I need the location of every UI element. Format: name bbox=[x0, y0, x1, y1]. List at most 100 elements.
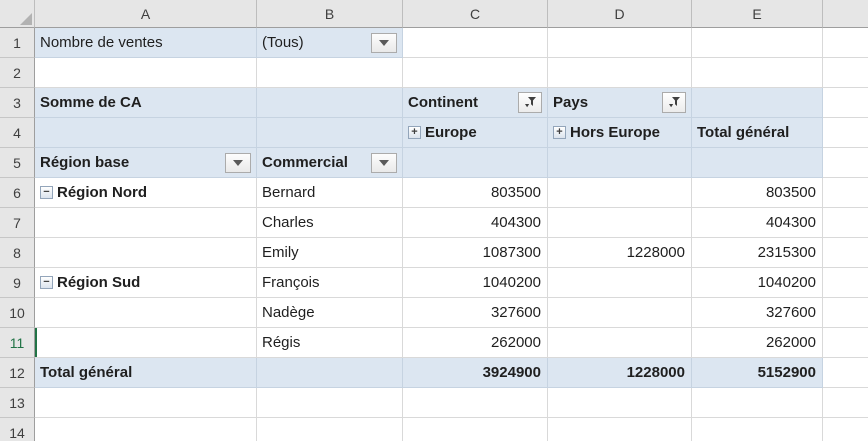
cell-C10[interactable]: 327600 bbox=[403, 298, 548, 328]
select-all-corner[interactable] bbox=[0, 0, 35, 28]
cell-D13[interactable] bbox=[548, 388, 692, 418]
row-header-3[interactable]: 3 bbox=[0, 88, 35, 118]
cell-A1[interactable]: Nombre de ventes bbox=[35, 28, 257, 58]
row-header-1[interactable]: 1 bbox=[0, 28, 35, 58]
cell-C3[interactable]: Continent bbox=[403, 88, 548, 118]
cell-E10[interactable]: 327600 bbox=[692, 298, 823, 328]
cell-D6[interactable] bbox=[548, 178, 692, 208]
cell-B14[interactable] bbox=[257, 418, 403, 441]
expand-europe-button[interactable]: + bbox=[408, 126, 421, 139]
cell-E6[interactable]: 803500 bbox=[692, 178, 823, 208]
cell-A5[interactable]: Région base bbox=[35, 148, 257, 178]
cell-C12[interactable]: 3924900 bbox=[403, 358, 548, 388]
collapse-region-nord-button[interactable]: − bbox=[40, 186, 53, 199]
expand-hors-europe-button[interactable]: + bbox=[553, 126, 566, 139]
collapse-region-sud-button[interactable]: − bbox=[40, 276, 53, 289]
cell-F13[interactable] bbox=[823, 388, 868, 418]
row-header-9[interactable]: 9 bbox=[0, 268, 35, 298]
row-header-7[interactable]: 7 bbox=[0, 208, 35, 238]
cell-B3[interactable] bbox=[257, 88, 403, 118]
cell-F5[interactable] bbox=[823, 148, 868, 178]
cell-D4[interactable]: + Hors Europe bbox=[548, 118, 692, 148]
cell-A14[interactable] bbox=[35, 418, 257, 441]
col-header-A[interactable]: A bbox=[35, 0, 257, 28]
cell-E13[interactable] bbox=[692, 388, 823, 418]
commercial-dropdown-button[interactable] bbox=[371, 152, 397, 173]
col-header-B[interactable]: B bbox=[257, 0, 403, 28]
cell-D2[interactable] bbox=[548, 58, 692, 88]
cell-C8[interactable]: 1087300 bbox=[403, 238, 548, 268]
cell-C1[interactable] bbox=[403, 28, 548, 58]
continent-filter-button[interactable] bbox=[518, 92, 542, 113]
cell-A4[interactable] bbox=[35, 118, 257, 148]
cell-F7[interactable] bbox=[823, 208, 868, 238]
col-header-F-partial[interactable] bbox=[823, 0, 868, 28]
cell-E8[interactable]: 2315300 bbox=[692, 238, 823, 268]
cell-E3[interactable] bbox=[692, 88, 823, 118]
cell-C9[interactable]: 1040200 bbox=[403, 268, 548, 298]
cell-F3[interactable] bbox=[823, 88, 868, 118]
cell-B1[interactable]: (Tous) bbox=[257, 28, 403, 58]
cell-D7[interactable] bbox=[548, 208, 692, 238]
row-header-14[interactable]: 14 bbox=[0, 418, 35, 441]
cell-D14[interactable] bbox=[548, 418, 692, 441]
page-filter-dropdown-button[interactable] bbox=[371, 32, 397, 53]
cell-C14[interactable] bbox=[403, 418, 548, 441]
cell-F8[interactable] bbox=[823, 238, 868, 268]
cell-D12[interactable]: 1228000 bbox=[548, 358, 692, 388]
cell-E5[interactable] bbox=[692, 148, 823, 178]
cell-C11[interactable]: 262000 bbox=[403, 328, 548, 358]
row-header-13[interactable]: 13 bbox=[0, 388, 35, 418]
row-header-5[interactable]: 5 bbox=[0, 148, 35, 178]
cell-A7[interactable] bbox=[35, 208, 257, 238]
cell-F14[interactable] bbox=[823, 418, 868, 441]
cell-C4[interactable]: + Europe bbox=[403, 118, 548, 148]
cell-C13[interactable] bbox=[403, 388, 548, 418]
row-header-11-active[interactable]: 11 bbox=[0, 328, 35, 358]
cell-B8[interactable]: Emily bbox=[257, 238, 403, 268]
cell-B2[interactable] bbox=[257, 58, 403, 88]
cell-D10[interactable] bbox=[548, 298, 692, 328]
cell-B11[interactable]: Régis bbox=[257, 328, 403, 358]
col-header-D[interactable]: D bbox=[548, 0, 692, 28]
cell-E2[interactable] bbox=[692, 58, 823, 88]
cell-E11[interactable]: 262000 bbox=[692, 328, 823, 358]
cell-F4[interactable] bbox=[823, 118, 868, 148]
cell-B9[interactable]: François bbox=[257, 268, 403, 298]
cell-B4[interactable] bbox=[257, 118, 403, 148]
region-base-dropdown-button[interactable] bbox=[225, 152, 251, 173]
col-header-C[interactable]: C bbox=[403, 0, 548, 28]
row-header-8[interactable]: 8 bbox=[0, 238, 35, 268]
cell-B7[interactable]: Charles bbox=[257, 208, 403, 238]
cell-B10[interactable]: Nadège bbox=[257, 298, 403, 328]
cell-A12[interactable]: Total général bbox=[35, 358, 257, 388]
cell-C5[interactable] bbox=[403, 148, 548, 178]
cell-B6[interactable]: Bernard bbox=[257, 178, 403, 208]
cell-B12[interactable] bbox=[257, 358, 403, 388]
cell-D9[interactable] bbox=[548, 268, 692, 298]
cell-A2[interactable] bbox=[35, 58, 257, 88]
pays-filter-button[interactable] bbox=[662, 92, 686, 113]
cell-A11-active[interactable] bbox=[35, 328, 257, 358]
cell-A8[interactable] bbox=[35, 238, 257, 268]
cell-E1[interactable] bbox=[692, 28, 823, 58]
cell-F9[interactable] bbox=[823, 268, 868, 298]
cell-E14[interactable] bbox=[692, 418, 823, 441]
cell-A9[interactable]: − Région Sud bbox=[35, 268, 257, 298]
row-header-6[interactable]: 6 bbox=[0, 178, 35, 208]
cell-E9[interactable]: 1040200 bbox=[692, 268, 823, 298]
row-header-10[interactable]: 10 bbox=[0, 298, 35, 328]
cell-B5[interactable]: Commercial bbox=[257, 148, 403, 178]
cell-A10[interactable] bbox=[35, 298, 257, 328]
cell-C7[interactable]: 404300 bbox=[403, 208, 548, 238]
cell-A13[interactable] bbox=[35, 388, 257, 418]
cell-B13[interactable] bbox=[257, 388, 403, 418]
cell-F1[interactable] bbox=[823, 28, 868, 58]
cell-C6[interactable]: 803500 bbox=[403, 178, 548, 208]
row-header-4[interactable]: 4 bbox=[0, 118, 35, 148]
cell-F11[interactable] bbox=[823, 328, 868, 358]
cell-A6[interactable]: − Région Nord bbox=[35, 178, 257, 208]
row-header-2[interactable]: 2 bbox=[0, 58, 35, 88]
cell-E4[interactable]: Total général bbox=[692, 118, 823, 148]
cell-D1[interactable] bbox=[548, 28, 692, 58]
